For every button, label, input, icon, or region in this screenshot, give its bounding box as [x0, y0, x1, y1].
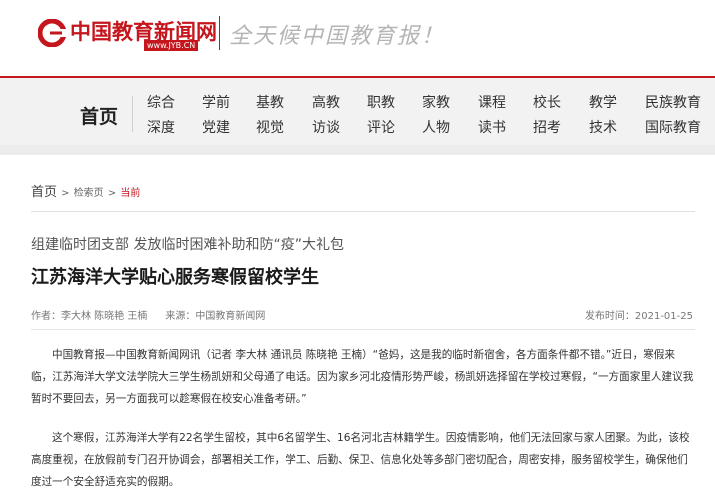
- nav-item-fangtan[interactable]: 访谈: [312, 117, 340, 137]
- nav-item-renwu[interactable]: 人物: [422, 117, 450, 137]
- logo-icon[interactable]: [38, 19, 66, 47]
- nav-item-xiaozhang[interactable]: 校长: [533, 92, 561, 112]
- site-logo-url: www.JYB.CN: [144, 40, 199, 51]
- nav-item-gaojiao[interactable]: 高教: [312, 92, 340, 112]
- breadcrumb-home[interactable]: 首页: [31, 185, 57, 200]
- nav-item-zonghe[interactable]: 综合: [147, 92, 175, 112]
- nav-item-dangjian[interactable]: 党建: [202, 117, 230, 137]
- nav-item-jiaoxue[interactable]: 教学: [589, 92, 617, 112]
- breadcrumb-arrow-icon: >: [107, 188, 117, 199]
- nav-item-jiajiao[interactable]: 家教: [422, 92, 450, 112]
- article-date: 发布时间：2021-01-25: [584, 311, 693, 322]
- nav-item-kecheng[interactable]: 课程: [478, 92, 506, 112]
- logo-divider: [219, 16, 220, 50]
- breadcrumb: 首页 > 检索页 > 当前: [31, 181, 140, 200]
- breadcrumb-divider: [31, 211, 695, 212]
- nav-home-link[interactable]: 首页: [80, 102, 118, 129]
- nav-item-pinglun[interactable]: 评论: [367, 117, 395, 137]
- nav-item-shijue[interactable]: 视觉: [256, 117, 284, 137]
- article-title: 江苏海洋大学贴心服务寒假留校学生: [31, 267, 319, 288]
- article-source: 来源：中国教育新闻网: [165, 311, 266, 322]
- article-paragraph-1: 中国教育报—中国教育新闻网讯（记者 李大林 通讯员 陈晓艳 王楠）“爸妈，这是我…: [31, 349, 694, 405]
- nav-item-guoji[interactable]: 国际教育: [645, 117, 701, 137]
- nav-bottom-strip: [0, 145, 715, 155]
- breadcrumb-arrow-icon: >: [61, 188, 70, 199]
- article-subtitle: 组建临时团支部 发放临时困难补助和防“疫”大礼包: [31, 237, 344, 253]
- nav-item-zhaokao[interactable]: 招考: [533, 117, 561, 137]
- nav-item-jishu[interactable]: 技术: [589, 117, 617, 137]
- nav-divider: [132, 96, 133, 132]
- site-slogan: 全天候中国教育报！: [229, 24, 446, 49]
- meta-divider: [31, 329, 695, 330]
- breadcrumb-search[interactable]: 检索页: [74, 188, 104, 199]
- nav-item-xueqian[interactable]: 学前: [202, 92, 230, 112]
- article-author: 作者：李大林 陈晓艳 王楠: [31, 311, 148, 322]
- breadcrumb-current: 当前: [120, 188, 141, 199]
- article-paragraph-2: 这个寒假，江苏海洋大学有22名学生留校，其中6名留学生、16名河北吉林籍学生。因…: [31, 432, 690, 488]
- nav-item-shendu[interactable]: 深度: [147, 117, 175, 137]
- article-meta: 作者：李大林 陈晓艳 王楠 来源：中国教育新闻网: [31, 307, 265, 322]
- nav-item-zhijiao[interactable]: 职教: [367, 92, 395, 112]
- nav-item-jijiao[interactable]: 基教: [256, 92, 284, 112]
- nav-item-minzu[interactable]: 民族教育: [645, 92, 701, 112]
- nav-item-dushu[interactable]: 读书: [478, 117, 506, 137]
